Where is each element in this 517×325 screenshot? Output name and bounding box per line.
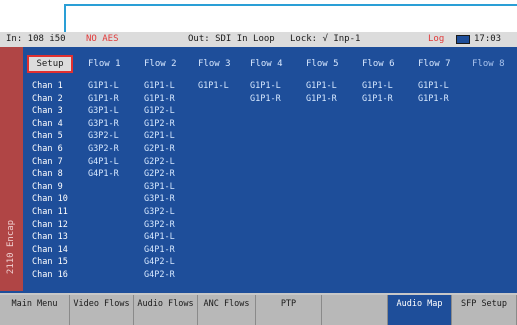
map-cell[interactable]: G4P1-R [144, 245, 175, 255]
log-indicator: Log [428, 34, 445, 44]
map-cell[interactable]: G3P1-R [88, 119, 119, 129]
map-cell[interactable]: G2P1-L [144, 131, 175, 141]
map-cell[interactable]: G3P2-L [88, 131, 119, 141]
channel-label-14: Chan 14 [32, 244, 68, 255]
battery-icon [456, 35, 470, 44]
map-cell[interactable]: G1P1-L [198, 81, 229, 91]
softkey-bar: Main Menu Video Flows Audio Flows ANC Flows… [0, 293, 517, 325]
channel-label-10: Chan 10 [32, 194, 68, 205]
setup-button[interactable]: Setup [27, 55, 73, 73]
map-cell[interactable]: G4P1-R [88, 169, 119, 179]
softkey-sfp-setup[interactable]: SFP Setup [452, 295, 517, 325]
softkey-audio-flows[interactable]: Audio Flows [134, 295, 198, 325]
channel-label-4: Chan 4 [32, 118, 63, 129]
analyzer-screen: In: 108 i50 NO AES Out: SDI In Loop Lock… [0, 32, 517, 325]
softkey-video-flows[interactable]: Video Flows [70, 295, 134, 325]
flow-header-4[interactable]: Flow 4 [250, 59, 283, 69]
channel-label-3: Chan 3 [32, 106, 63, 117]
map-cell[interactable]: G1P1-L [418, 81, 449, 91]
channel-label-1: Chan 1 [32, 81, 63, 91]
map-cell[interactable]: G3P1-L [144, 182, 175, 192]
map-cell[interactable]: G3P2-R [88, 144, 119, 154]
map-cell[interactable]: G1P2-R [144, 119, 175, 129]
map-cell[interactable]: G1P1-L [362, 81, 393, 91]
callout-line-horizontal [64, 4, 517, 6]
map-cell[interactable]: G1P1-R [362, 94, 393, 104]
map-cell[interactable]: G4P1-L [144, 232, 175, 242]
map-cell[interactable]: G1P1-R [250, 94, 281, 104]
map-cell[interactable]: G4P2-R [144, 270, 175, 280]
flow-header-2[interactable]: Flow 2 [144, 59, 177, 69]
map-cell[interactable]: G1P2-L [144, 106, 175, 116]
map-cell[interactable]: G1P1-L [88, 81, 119, 91]
map-cell[interactable]: G1P1-R [418, 94, 449, 104]
map-cell[interactable]: G3P2-L [144, 207, 175, 217]
map-cell[interactable]: G1P1-R [306, 94, 337, 104]
output-status: Out: SDI In Loop [188, 34, 275, 44]
map-cell[interactable]: G1P1-L [144, 81, 175, 91]
audio-alarm-status: NO AES [86, 34, 119, 44]
map-cell[interactable]: G3P1-R [144, 194, 175, 204]
channel-label-15: Chan 15 [32, 257, 68, 268]
softkey-audio-map[interactable]: Audio Map [388, 295, 452, 325]
callout-line-vertical [64, 4, 66, 34]
map-cell[interactable]: G1P1-L [250, 81, 281, 91]
flow-header-8[interactable]: Flow 8 [472, 59, 505, 69]
map-cell[interactable]: G3P1-L [88, 106, 119, 116]
map-cell[interactable]: G1P1-R [88, 94, 119, 104]
map-cell[interactable]: G4P1-L [88, 157, 119, 167]
channel-label-11: Chan 11 [32, 207, 68, 217]
channel-label-13: Chan 13 [32, 232, 68, 243]
flow-header-6[interactable]: Flow 6 [362, 59, 395, 69]
channel-label-6: Chan 6 [32, 144, 63, 154]
flow-header-3[interactable]: Flow 3 [198, 59, 231, 69]
map-cell[interactable]: G2P2-L [144, 157, 175, 167]
map-cell[interactable]: G3P2-R [144, 220, 175, 230]
softkey-main-menu[interactable]: Main Menu [0, 295, 70, 325]
channel-label-9: Chan 9 [32, 181, 63, 192]
channel-label-8: Chan 8 [32, 169, 63, 180]
channel-label-16: Chan 16 [32, 270, 68, 280]
softkey-anc-flows[interactable]: ANC Flows [198, 295, 256, 325]
side-tab-label: 2110 Encap [6, 219, 16, 275]
channel-label-12: Chan 12 [32, 219, 68, 230]
map-cell[interactable]: G4P2-L [144, 257, 175, 267]
softkey-ptp[interactable]: PTP [256, 295, 322, 325]
map-cell[interactable]: G1P1-L [306, 81, 337, 91]
side-tab[interactable]: 2110 Encap [0, 47, 23, 291]
flow-header-7[interactable]: Flow 7 [418, 59, 451, 69]
softkey-blank[interactable] [322, 295, 388, 325]
channel-label-7: Chan 7 [32, 156, 63, 167]
map-cell[interactable]: G2P2-R [144, 169, 175, 179]
flow-header-5[interactable]: Flow 5 [306, 59, 339, 69]
status-bar: In: 108 i50 NO AES Out: SDI In Loop Lock… [0, 32, 517, 47]
map-cell[interactable]: G2P1-R [144, 144, 175, 154]
flow-header-1[interactable]: Flow 1 [88, 59, 121, 69]
lock-status: Lock: √ Inp-1 [290, 34, 361, 44]
channel-label-5: Chan 5 [32, 131, 63, 142]
channel-label-2: Chan 2 [32, 93, 63, 104]
clock: 17:03 [474, 34, 502, 44]
map-cell[interactable]: G1P1-R [144, 94, 175, 104]
input-status: In: 108 i50 [6, 34, 66, 44]
